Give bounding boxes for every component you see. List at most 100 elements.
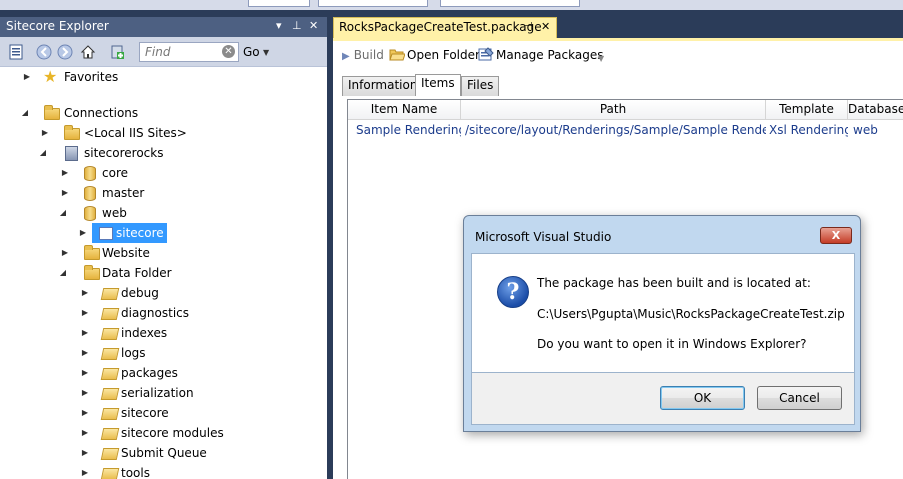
toolbar-combo-1[interactable] <box>248 0 310 7</box>
panel-dropdown-icon[interactable]: ▾ <box>276 19 282 32</box>
play-icon: ▶ <box>342 51 350 62</box>
server-icon <box>65 146 78 161</box>
dialog-close-button[interactable]: X <box>820 227 852 244</box>
expand-arrow-icon[interactable]: ▶ <box>60 163 70 183</box>
tree-node-label: <Local IIS Sites> <box>84 126 187 140</box>
tree-node-label: sitecore modules <box>121 426 224 440</box>
expand-arrow-icon[interactable]: ▶ <box>60 243 70 263</box>
tab-items[interactable]: Items <box>415 74 461 96</box>
close-tab-icon[interactable]: ✕ <box>541 20 550 33</box>
tree-node-label: Submit Queue <box>121 446 207 460</box>
tree-node-label: sitecore <box>121 406 169 420</box>
table-row[interactable]: Sample Rendering /sitecore/layout/Render… <box>348 120 903 140</box>
find-input[interactable]: Find ✕ <box>139 42 239 62</box>
column-header-path[interactable]: Path <box>461 100 766 120</box>
folder-open-icon <box>100 348 120 360</box>
toolbar-overflow-icon[interactable]: ▼ <box>598 54 604 63</box>
build-label: Build <box>353 48 384 62</box>
new-connection-icon[interactable] <box>109 44 125 60</box>
clear-search-icon[interactable]: ✕ <box>222 45 235 58</box>
tree-node-label: serialization <box>121 386 194 400</box>
folder-icon <box>44 105 60 120</box>
folder-icon <box>84 265 100 280</box>
expand-arrow-icon[interactable]: ▶ <box>80 323 90 343</box>
collapse-arrow-icon[interactable]: ◢ <box>58 203 68 223</box>
expand-arrow-icon[interactable]: ▶ <box>80 283 90 303</box>
tree-node-label: diagnostics <box>121 306 190 320</box>
tab-files[interactable]: Files <box>461 76 500 96</box>
column-header-database[interactable]: Database <box>848 100 903 120</box>
expand-arrow-icon[interactable]: ▶ <box>80 303 90 323</box>
star-icon: ★ <box>43 67 58 86</box>
expand-arrow-icon[interactable]: ▶ <box>80 423 90 443</box>
expand-arrow-icon[interactable]: ▶ <box>80 363 90 383</box>
document-tab[interactable]: RocksPackageCreateTest.package ⊣ ✕ <box>333 17 557 38</box>
cancel-button[interactable]: Cancel <box>757 386 842 410</box>
manage-packages-button[interactable]: Manage Packages <box>478 46 603 64</box>
build-button[interactable]: ▶ Build <box>342 46 384 64</box>
top-toolbar-strip <box>0 0 903 10</box>
folder-open-icon <box>100 308 120 320</box>
tree-node-label: tools <box>121 466 150 479</box>
expand-arrow-icon[interactable]: ▶ <box>80 383 90 403</box>
expand-arrow-icon[interactable]: ▶ <box>22 67 32 87</box>
collapse-arrow-icon[interactable]: ◢ <box>58 263 68 283</box>
panel-close-icon[interactable]: ✕ <box>309 19 318 32</box>
item-icon <box>99 227 113 240</box>
collapse-arrow-icon[interactable]: ◢ <box>38 143 48 163</box>
tab-label: Information <box>348 78 418 92</box>
folder-open-icon <box>100 428 120 440</box>
toolbar-overflow-icon[interactable]: ▼ <box>263 48 269 57</box>
package-toolbar: ▶ Build Open Folder Manage Packages ▼ <box>333 41 903 69</box>
folder-icon <box>64 125 80 140</box>
expand-arrow-icon[interactable]: ▶ <box>78 223 88 243</box>
tree-node-label: core <box>102 166 128 180</box>
tab-label: Items <box>421 76 455 90</box>
expand-arrow-icon[interactable]: ▶ <box>80 403 90 423</box>
folder-open-icon <box>100 448 120 460</box>
find-placeholder: Find <box>145 45 171 59</box>
dialog-title: Microsoft Visual Studio <box>475 230 612 244</box>
panel-pin-icon[interactable]: ⊥ <box>292 19 302 32</box>
question-icon: ? <box>497 276 529 308</box>
home-icon[interactable] <box>80 44 96 60</box>
expand-arrow-icon[interactable]: ▶ <box>40 123 50 143</box>
collapse-arrow-icon[interactable]: ◢ <box>20 103 30 123</box>
folder-open-icon <box>100 388 120 400</box>
properties-icon[interactable] <box>8 44 24 60</box>
tree-node-label: indexes <box>121 326 168 340</box>
tree-node-label: web <box>102 206 127 220</box>
document-tab-title: RocksPackageCreateTest.package <box>339 20 542 34</box>
dialog-content: ? The package has been built and is loca… <box>471 253 855 373</box>
folder-open-icon <box>100 328 120 340</box>
explorer-title: Sitecore Explorer <box>6 19 109 33</box>
go-button[interactable]: Go <box>243 45 260 59</box>
column-header-template[interactable]: Template <box>766 100 848 120</box>
tree-node-label: Connections <box>64 106 139 120</box>
tab-information[interactable]: Information <box>342 76 424 96</box>
open-folder-label: Open Folder <box>407 48 480 62</box>
dialog-message-line1: The package has been built and is locate… <box>537 276 811 290</box>
toolbar-combo-3[interactable] <box>440 0 580 7</box>
ok-button[interactable]: OK <box>660 386 745 410</box>
toolbar-combo-2[interactable] <box>318 0 428 7</box>
back-icon[interactable] <box>36 44 52 60</box>
tree-node-label: Favorites <box>64 70 119 84</box>
message-dialog: Microsoft Visual Studio X ? The package … <box>463 215 861 432</box>
column-header-item-name[interactable]: Item Name <box>348 100 461 120</box>
expand-arrow-icon[interactable]: ▶ <box>60 183 70 203</box>
folder-icon <box>84 245 100 260</box>
expand-arrow-icon[interactable]: ▶ <box>80 463 90 479</box>
manage-packages-icon <box>478 47 494 61</box>
forward-icon[interactable] <box>57 44 73 60</box>
pin-icon[interactable]: ⊣ <box>524 21 533 32</box>
expand-arrow-icon[interactable]: ▶ <box>80 343 90 363</box>
folder-open-icon <box>100 368 120 380</box>
cell-database: web <box>853 123 878 137</box>
tree-node-label: Website <box>102 246 150 260</box>
database-icon <box>84 166 96 181</box>
folder-open-icon <box>100 408 120 420</box>
dialog-message-path: C:\Users\Pgupta\Music\RocksPackageCreate… <box>537 307 845 321</box>
open-folder-button[interactable]: Open Folder <box>389 46 480 64</box>
expand-arrow-icon[interactable]: ▶ <box>80 443 90 463</box>
